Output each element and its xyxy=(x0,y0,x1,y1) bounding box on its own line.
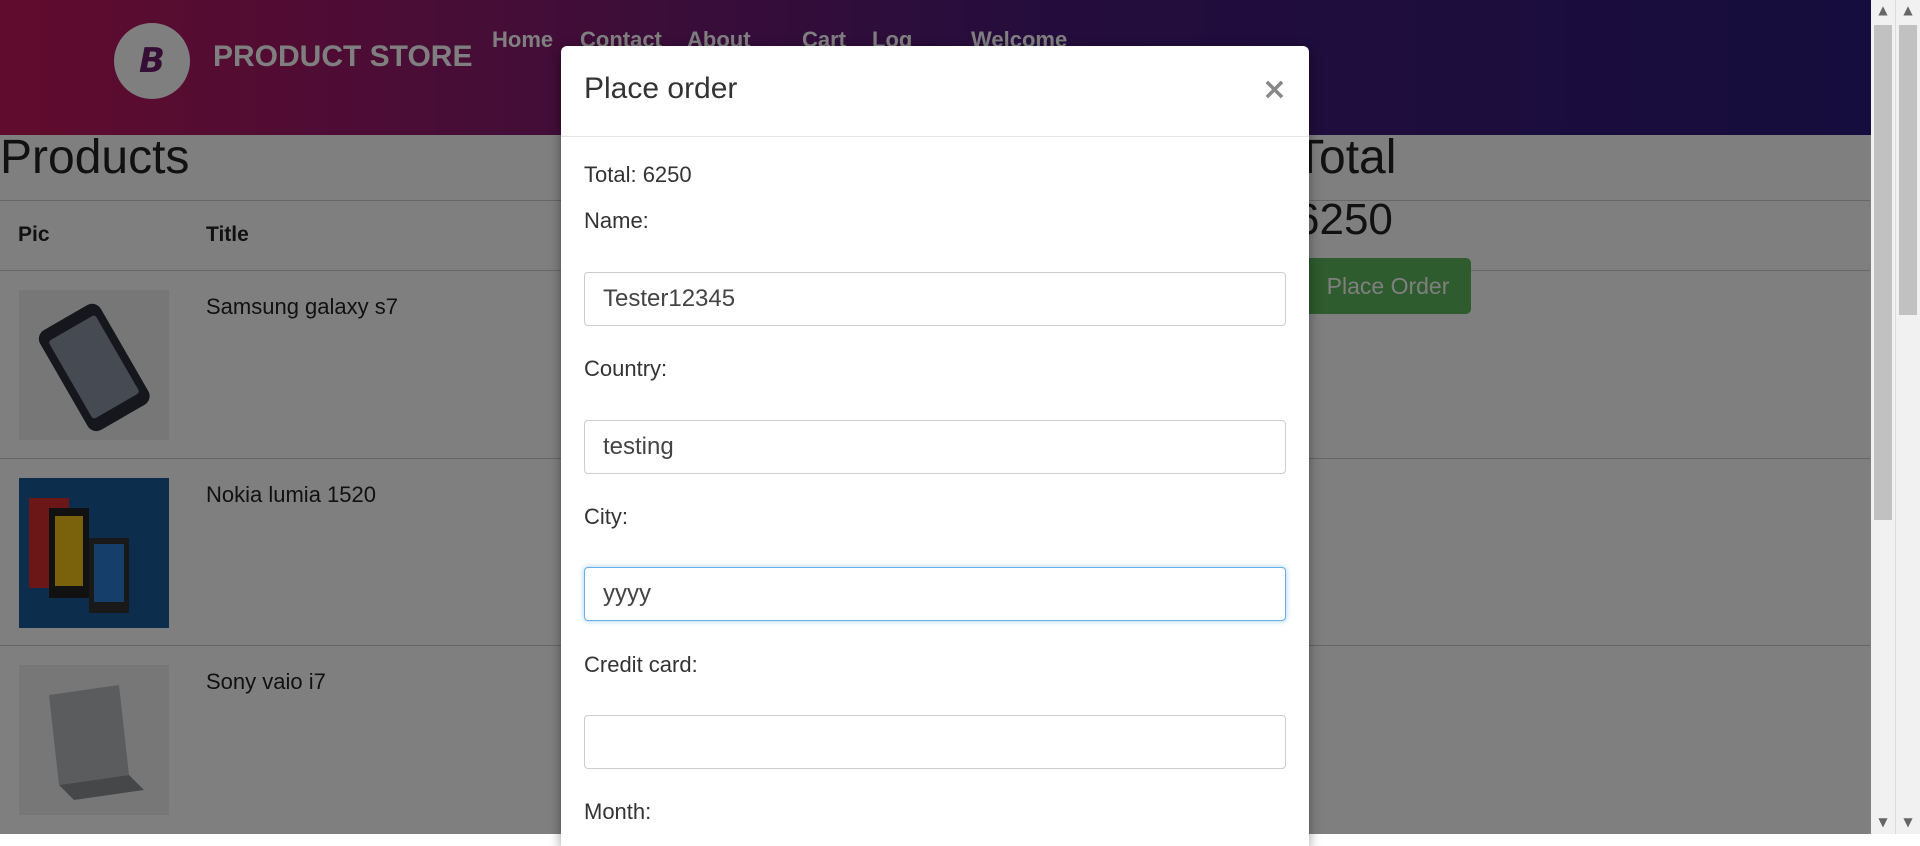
name-field[interactable] xyxy=(584,272,1286,326)
scrollbar-thumb[interactable] xyxy=(1899,25,1917,315)
scrollbar-thumb[interactable] xyxy=(1874,25,1892,520)
name-label: Name: xyxy=(584,208,649,233)
close-icon[interactable]: × xyxy=(1262,72,1287,107)
scrollbar-area: ▲ ▼ ▲ ▼ xyxy=(1871,0,1920,834)
country-field[interactable] xyxy=(584,420,1286,474)
credit-card-field[interactable] xyxy=(584,715,1286,769)
order-total: Total: 6250 xyxy=(584,162,692,187)
modal-title: Place order xyxy=(584,72,738,105)
scroll-up-icon[interactable]: ▲ xyxy=(1896,0,1920,20)
scroll-down-icon[interactable]: ▼ xyxy=(1871,812,1895,832)
credit-card-label: Credit card: xyxy=(584,652,698,677)
month-label: Month: xyxy=(584,799,652,824)
city-label: City: xyxy=(584,504,628,529)
city-field[interactable] xyxy=(584,567,1286,621)
modal-header: Place order × xyxy=(561,46,1309,137)
scroll-up-icon[interactable]: ▲ xyxy=(1871,0,1895,20)
scroll-down-icon[interactable]: ▼ xyxy=(1896,812,1920,832)
country-label: Country: xyxy=(584,356,668,381)
place-order-modal: Place order × Total: 6250 Name: Country:… xyxy=(561,46,1309,846)
